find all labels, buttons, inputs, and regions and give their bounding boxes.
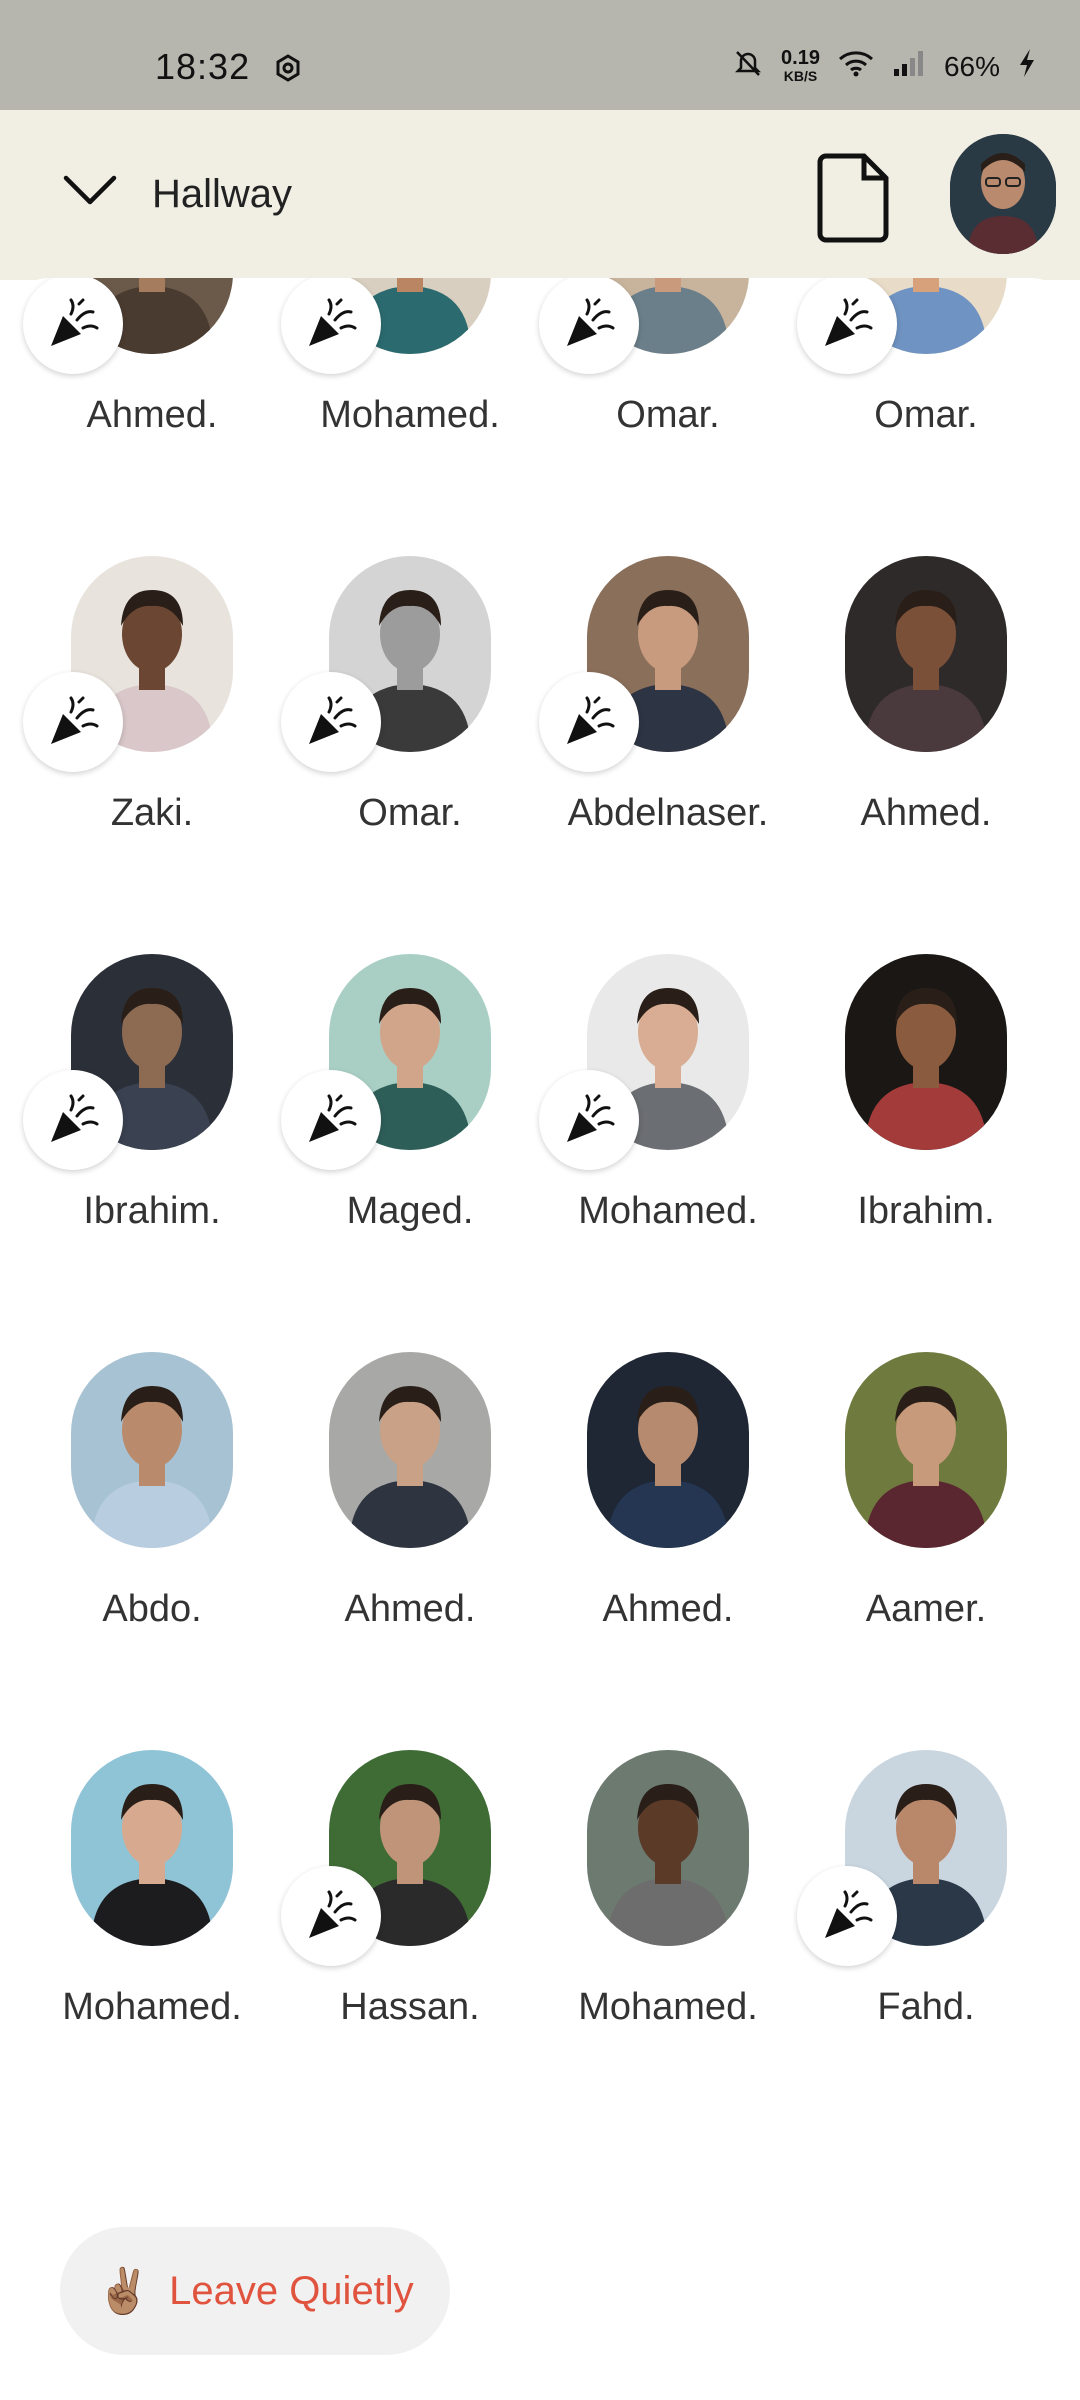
chevron-down-icon[interactable] bbox=[62, 172, 118, 213]
participant-tile[interactable]: Mohamed. bbox=[281, 278, 539, 538]
participant-avatar[interactable] bbox=[845, 556, 1007, 752]
participant-name: Omar. bbox=[358, 792, 462, 834]
participant-name: Omar. bbox=[616, 394, 720, 436]
participant-name: Zaki. bbox=[110, 792, 194, 834]
participant-name: Abdo. bbox=[102, 1588, 202, 1630]
participant-name: Ahmed. bbox=[344, 1588, 476, 1630]
participant-tile[interactable]: Ahmed. bbox=[23, 278, 281, 538]
wifi-icon bbox=[838, 49, 874, 84]
signal-icon bbox=[892, 49, 926, 84]
participant-tile[interactable]: Ibrahim. bbox=[23, 954, 281, 1334]
network-speed-value: 0.19 bbox=[781, 46, 820, 69]
party-popper-icon bbox=[797, 1866, 897, 1966]
document-icon[interactable] bbox=[814, 150, 892, 244]
participant-name: Ibrahim. bbox=[83, 1190, 221, 1232]
participant-tile[interactable]: Fahd. bbox=[797, 1750, 1055, 2130]
network-speed: 0.19 KB/S bbox=[781, 46, 820, 85]
participant-avatar[interactable] bbox=[587, 1352, 749, 1548]
participant-name: Abdelnaser. bbox=[567, 792, 769, 834]
party-popper-icon bbox=[539, 672, 639, 772]
battery-level: 66% bbox=[943, 50, 1000, 82]
participant-name: Mohamed. bbox=[578, 1986, 758, 2028]
participant-name: Mohamed. bbox=[320, 394, 500, 436]
participant-tile[interactable]: Aamer. bbox=[797, 1352, 1055, 1732]
participant-name: Aamer. bbox=[865, 1588, 987, 1630]
participant-tile[interactable]: Ahmed. bbox=[281, 1352, 539, 1732]
party-popper-icon bbox=[281, 1070, 381, 1170]
room-header: Hallway bbox=[0, 110, 1080, 280]
party-popper-icon bbox=[23, 672, 123, 772]
participant-tile[interactable]: Omar. bbox=[797, 278, 1055, 538]
participant-name: Hassan. bbox=[340, 1986, 480, 2028]
status-icons: 0.19 KB/S 66% bbox=[733, 48, 1036, 85]
party-popper-icon bbox=[539, 1070, 639, 1170]
party-popper-icon bbox=[281, 278, 381, 374]
party-popper-icon bbox=[539, 278, 639, 374]
participants-sheet[interactable]: Ahmed. Mohamed. Omar. Omar. Zaki. Omar. Abdeln… bbox=[0, 278, 1080, 2400]
participant-tile[interactable]: Ibrahim. bbox=[797, 954, 1055, 1334]
participant-avatar[interactable] bbox=[587, 1750, 749, 1946]
participant-tile[interactable]: Ahmed. bbox=[797, 556, 1055, 936]
participant-avatar[interactable] bbox=[845, 954, 1007, 1150]
participant-name: Mohamed. bbox=[62, 1986, 242, 2028]
network-speed-unit: KB/S bbox=[783, 67, 818, 84]
participant-name: Maged. bbox=[346, 1190, 474, 1232]
participant-avatar[interactable] bbox=[329, 1352, 491, 1548]
participant-tile[interactable]: Maged. bbox=[281, 954, 539, 1334]
participant-tile[interactable]: Abdelnaser. bbox=[539, 556, 797, 936]
participant-name: Mohamed. bbox=[578, 1190, 758, 1232]
participant-tile[interactable]: Zaki. bbox=[23, 556, 281, 936]
participant-name: Fahd. bbox=[877, 1986, 975, 2028]
participant-name: Omar. bbox=[874, 394, 978, 436]
settings-icon bbox=[274, 54, 302, 87]
participant-avatar[interactable] bbox=[71, 1352, 233, 1548]
participant-name: Ibrahim. bbox=[857, 1190, 995, 1232]
participant-tile[interactable]: Mohamed. bbox=[539, 954, 797, 1334]
party-popper-icon bbox=[797, 278, 897, 374]
participant-name: Ahmed. bbox=[86, 394, 218, 436]
participant-tile[interactable]: Hassan. bbox=[281, 1750, 539, 2130]
leave-quietly-label: Leave Quietly bbox=[169, 2268, 414, 2313]
participant-tile[interactable]: Abdo. bbox=[23, 1352, 281, 1732]
participant-tile[interactable]: Omar. bbox=[539, 278, 797, 538]
status-bar: 18:32 0.19 KB/S 66% bbox=[0, 0, 1080, 110]
party-popper-icon bbox=[281, 672, 381, 772]
victory-hand-icon: ✌🏽 bbox=[96, 2267, 152, 2316]
party-popper-icon bbox=[281, 1866, 381, 1966]
charging-icon bbox=[1018, 48, 1036, 85]
participant-tile[interactable]: Ahmed. bbox=[539, 1352, 797, 1732]
participant-avatar[interactable] bbox=[845, 1352, 1007, 1548]
participant-tile[interactable]: Omar. bbox=[281, 556, 539, 936]
status-time: 18:32 bbox=[155, 46, 251, 87]
participant-name: Ahmed. bbox=[860, 792, 992, 834]
room-title: Hallway bbox=[152, 172, 293, 216]
party-popper-icon bbox=[23, 278, 123, 374]
participant-tile[interactable]: Mohamed. bbox=[539, 1750, 797, 2130]
participant-name: Ahmed. bbox=[602, 1588, 734, 1630]
leave-quietly-button[interactable]: ✌🏽 Leave Quietly bbox=[60, 2227, 450, 2355]
user-avatar[interactable] bbox=[950, 134, 1056, 254]
participant-avatar[interactable] bbox=[71, 1750, 233, 1946]
participant-tile[interactable]: Mohamed. bbox=[23, 1750, 281, 2130]
bell-off-icon bbox=[733, 48, 763, 85]
party-popper-icon bbox=[23, 1070, 123, 1170]
